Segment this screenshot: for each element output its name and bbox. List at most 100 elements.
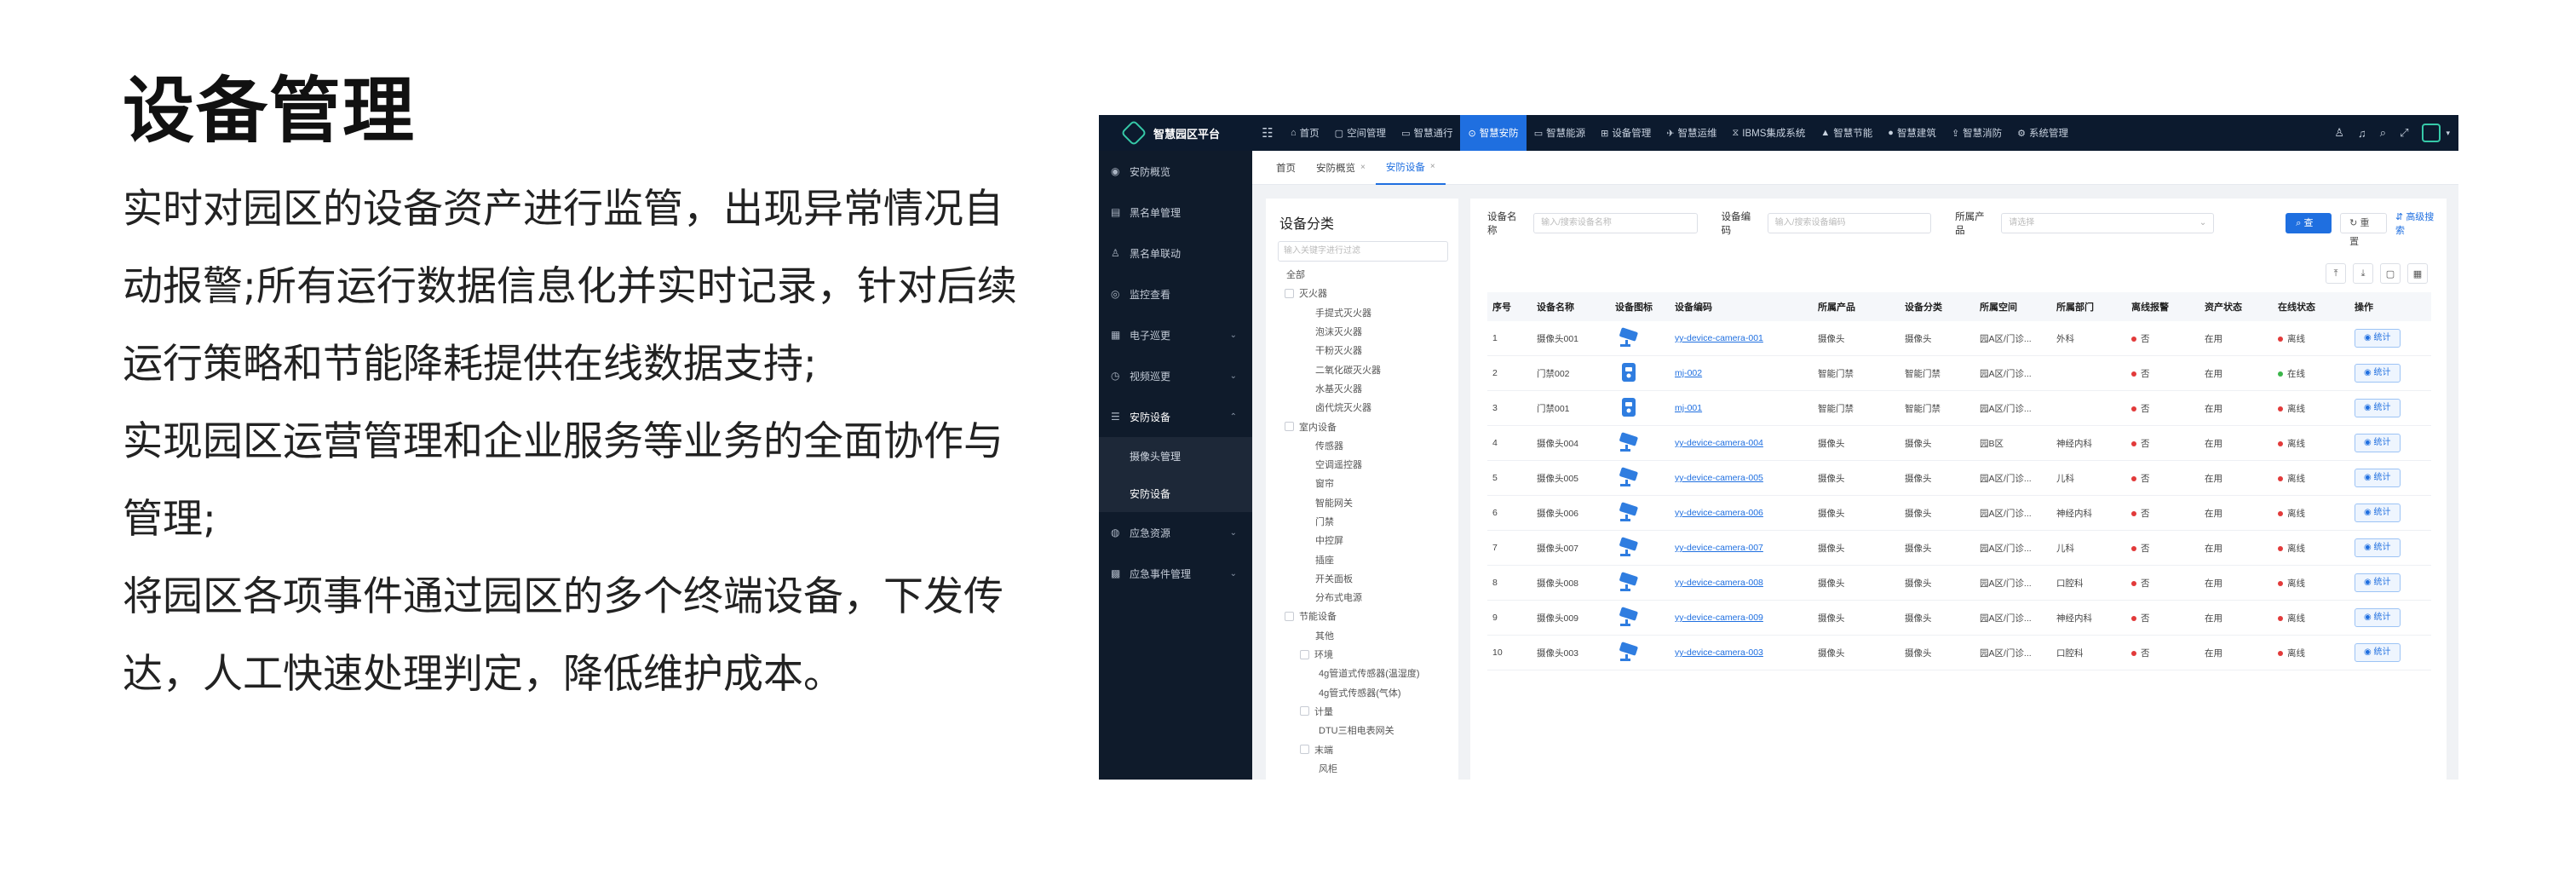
tree-checkbox[interactable] [1285, 611, 1294, 621]
tree-node[interactable]: 中控屏 [1281, 531, 1456, 550]
table-row[interactable]: 8 摄像头008 yy-device-camera-008 摄像头 摄像头 园A区/门诊.… [1487, 566, 2431, 601]
columns-icon[interactable]: ▦ [2407, 263, 2428, 284]
table-row[interactable]: 5 摄像头005 yy-device-camera-005 摄像头 摄像头 园A区/门诊.… [1487, 461, 2431, 496]
chevron-down-icon[interactable]: ▾ [2446, 129, 2450, 138]
upload-icon[interactable]: ⤒ [2326, 263, 2346, 284]
tree-node[interactable]: 灭火器 [1281, 284, 1456, 302]
sidebar-item[interactable]: ♙ 黑名单联动 [1099, 233, 1252, 273]
close-icon[interactable]: × [1360, 163, 1366, 172]
tree-node[interactable]: 水基灭火器 [1281, 379, 1456, 398]
stats-button[interactable]: ◉ 统计 [2355, 504, 2401, 522]
avatar[interactable] [2422, 124, 2441, 142]
sidebar-item[interactable]: ▦ 电子巡更 ⌄ [1099, 314, 1252, 355]
tree-node[interactable]: 门禁 [1281, 512, 1456, 531]
tree-node[interactable]: 空调遥控器 [1281, 455, 1456, 474]
nav-item-fire[interactable]: ⇪ 智慧消防 [1944, 115, 2010, 151]
device-code-input[interactable]: 输入/搜索设备编码 [1767, 213, 1932, 233]
device-code-link[interactable]: yy-device-camera-006 [1675, 508, 1763, 518]
device-code-link[interactable]: mj-002 [1675, 368, 1702, 378]
tree-node[interactable]: 智能网关 [1281, 493, 1456, 512]
tree-node[interactable]: 4g管式传感器(气体) [1281, 683, 1456, 702]
nav-item-energy[interactable]: ▭ 智慧能源 [1527, 115, 1593, 151]
tree-node[interactable]: 4g管道式传感器(温湿度) [1281, 664, 1456, 682]
tree-node[interactable]: 泡沫灭火器 [1281, 322, 1456, 341]
close-icon[interactable]: × [1430, 162, 1435, 171]
tree-checkbox[interactable] [1300, 706, 1309, 716]
table-row[interactable]: 7 摄像头007 yy-device-camera-007 摄像头 摄像头 园A区/门诊.… [1487, 531, 2431, 566]
tree-node[interactable]: 计量 [1281, 702, 1456, 721]
stats-button[interactable]: ◉ 统计 [2355, 538, 2401, 557]
table-row[interactable]: 4 摄像头004 yy-device-camera-004 摄像头 摄像头 园B区 神经内科… [1487, 426, 2431, 461]
nav-item-shield[interactable]: ⊙ 智慧安防 [1460, 115, 1527, 151]
search-icon[interactable]: ⌕ [2380, 126, 2386, 140]
stats-button[interactable]: ◉ 统计 [2355, 399, 2401, 417]
nav-item-ibms[interactable]: ⧖ IBMS集成系统 [1725, 115, 1814, 151]
tree-checkbox[interactable] [1285, 288, 1294, 298]
table-row[interactable]: 9 摄像头009 yy-device-camera-009 摄像头 摄像头 园A区/门诊.… [1487, 601, 2431, 636]
tree-checkbox[interactable] [1300, 745, 1309, 755]
tree-node[interactable]: 风柜 [1281, 759, 1456, 778]
table-row[interactable]: 3 门禁001 mj-001 智能门禁 智能门禁 园A区/门诊... 否 在用 离线 ◉ 统计 [1487, 391, 2431, 426]
reset-button[interactable]: ↻ 重置 [2340, 213, 2388, 247]
sidebar-item[interactable]: ◎ 监控查看 [1099, 273, 1252, 314]
sidebar-item[interactable]: ◉ 安防概览 [1099, 151, 1252, 192]
device-code-link[interactable]: yy-device-camera-003 [1675, 647, 1763, 658]
table-row[interactable]: 2 门禁002 mj-002 智能门禁 智能门禁 园A区/门诊... 否 在用 在线 ◉ 统计 [1487, 356, 2431, 391]
stats-button[interactable]: ◉ 统计 [2355, 329, 2401, 348]
query-button[interactable]: ⌕ 查询 [2286, 213, 2332, 249]
nav-item-space[interactable]: ▢ 空间管理 [1327, 115, 1394, 151]
device-code-link[interactable]: yy-device-camera-007 [1675, 543, 1763, 553]
stats-button[interactable]: ◉ 统计 [2355, 469, 2401, 487]
menu-toggle-icon[interactable]: ☷ [1252, 125, 1283, 141]
tree-node[interactable]: 分布式电源 [1281, 588, 1456, 607]
device-code-link[interactable]: yy-device-camera-004 [1675, 438, 1763, 448]
nav-item-gear[interactable]: ⚙ 系统管理 [2010, 115, 2076, 151]
tree-node[interactable]: DTU三相电表网关 [1281, 721, 1456, 740]
device-code-link[interactable]: mj-001 [1675, 403, 1702, 413]
tree-node[interactable]: 环境 [1281, 645, 1456, 664]
advanced-search-link[interactable]: ⇵ 高级搜索 [2395, 210, 2441, 237]
sidebar-subitem[interactable]: 安防设备 [1099, 475, 1252, 512]
tree-node[interactable]: 插座 [1281, 550, 1456, 568]
tab-item[interactable]: 首页 [1266, 151, 1306, 185]
bell-icon[interactable]: ♫ [2358, 127, 2366, 140]
tree-node[interactable]: 其他 [1281, 626, 1456, 645]
tab-item[interactable]: 安防设备 × [1375, 151, 1446, 185]
tree-node[interactable]: 卤代烷灭火器 [1281, 398, 1456, 417]
nav-item-saving[interactable]: ▲ 智慧节能 [1813, 115, 1880, 151]
fullscreen-icon[interactable]: ⤢ [2400, 126, 2408, 140]
device-code-link[interactable]: yy-device-camera-008 [1675, 578, 1763, 588]
device-name-input[interactable]: 输入/搜索设备名称 [1533, 213, 1698, 233]
tab-item[interactable]: 安防概览 × [1306, 151, 1376, 185]
tree-node[interactable]: 窗帘 [1281, 474, 1456, 492]
nav-item-pass[interactable]: ▭ 智慧通行 [1394, 115, 1460, 151]
stats-button[interactable]: ◉ 统计 [2355, 434, 2401, 452]
tree-search-input[interactable]: 输入关键字进行过滤 [1278, 241, 1448, 262]
tree-node[interactable]: 全部 [1281, 265, 1456, 284]
print-icon[interactable]: ▢ [2380, 263, 2401, 284]
device-code-link[interactable]: yy-device-camera-009 [1675, 613, 1763, 623]
device-code-link[interactable]: yy-device-camera-005 [1675, 473, 1763, 483]
stats-button[interactable]: ◉ 统计 [2355, 364, 2401, 383]
tree-node[interactable]: 末端 [1281, 740, 1456, 758]
user-icon[interactable]: ♙ [2334, 126, 2344, 140]
nav-item-home[interactable]: ⌂ 首页 [1283, 115, 1327, 151]
tree-node[interactable]: 节能设备 [1281, 607, 1456, 625]
device-code-link[interactable]: yy-device-camera-001 [1675, 333, 1763, 343]
sidebar-item[interactable]: ▤ 黑名单管理 [1099, 192, 1252, 233]
tree-checkbox[interactable] [1300, 649, 1309, 659]
sidebar-subitem[interactable]: 摄像头管理 [1099, 437, 1252, 475]
tree-node[interactable]: 手提式灭火器 [1281, 303, 1456, 322]
tree-node[interactable]: 传感器 [1281, 436, 1456, 455]
tree-node[interactable]: 开关面板 [1281, 569, 1456, 588]
nav-item-ops[interactable]: ✈ 智慧运维 [1659, 115, 1724, 151]
sidebar-item[interactable]: ☰ 安防设备 ⌃ [1099, 396, 1252, 437]
table-row[interactable]: 6 摄像头006 yy-device-camera-006 摄像头 摄像头 园A区/门诊.… [1487, 496, 2431, 531]
download-icon[interactable]: ⤓ [2353, 263, 2373, 284]
table-row[interactable]: 1 摄像头001 yy-device-camera-001 摄像头 摄像头 园A区/门诊.… [1487, 321, 2431, 356]
stats-button[interactable]: ◉ 统计 [2355, 608, 2401, 627]
stats-button[interactable]: ◉ 统计 [2355, 643, 2401, 662]
stats-button[interactable]: ◉ 统计 [2355, 573, 2401, 592]
sidebar-item[interactable]: ◷ 视频巡更 ⌄ [1099, 355, 1252, 396]
tree-node[interactable]: 室内设备 [1281, 417, 1456, 435]
